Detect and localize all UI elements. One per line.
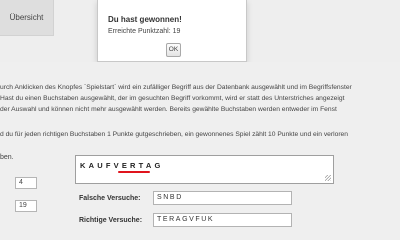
wrong-attempts-field[interactable]: SNBD bbox=[153, 191, 292, 205]
right-attempts-label: Richtige Versuche: bbox=[79, 217, 143, 224]
dialog-title: Du hast gewonnen! bbox=[108, 15, 182, 24]
ok-button[interactable]: OK bbox=[166, 43, 181, 57]
highlight-underline bbox=[118, 171, 150, 173]
instruction-line-4: d du für jeden richtigen Buchstaben 1 Pu… bbox=[0, 131, 348, 138]
win-dialog: Du hast gewonnen! Erreichte Punktzahl: 1… bbox=[97, 0, 247, 62]
dialog-message: Erreichte Punktzahl: 19 bbox=[108, 28, 181, 35]
word-display[interactable]: KAUFVERTAG bbox=[75, 155, 334, 184]
instruction-line-3: der Auswahl und können nicht mehr ausgew… bbox=[0, 106, 337, 113]
instruction-line-2: Hast du einen Buchstaben ausgewählt, der… bbox=[0, 95, 345, 102]
right-attempts-field[interactable]: TERAGVFUK bbox=[153, 213, 292, 227]
instruction-line-1: urch Anklicken des Knopfes `Spielstart` … bbox=[0, 84, 352, 91]
letter-count-field[interactable]: 4 bbox=[15, 177, 37, 189]
resize-grip-icon[interactable] bbox=[325, 175, 331, 181]
left-label: ben. bbox=[0, 154, 14, 161]
game-content: urch Anklicken des Knopfes `Spielstart` … bbox=[0, 62, 400, 231]
tab-overview[interactable]: Übersicht bbox=[0, 0, 54, 36]
score-field[interactable]: 19 bbox=[15, 200, 37, 212]
wrong-attempts-label: Falsche Versuche: bbox=[79, 195, 141, 202]
word-text: KAUFVERTAG bbox=[80, 161, 164, 170]
